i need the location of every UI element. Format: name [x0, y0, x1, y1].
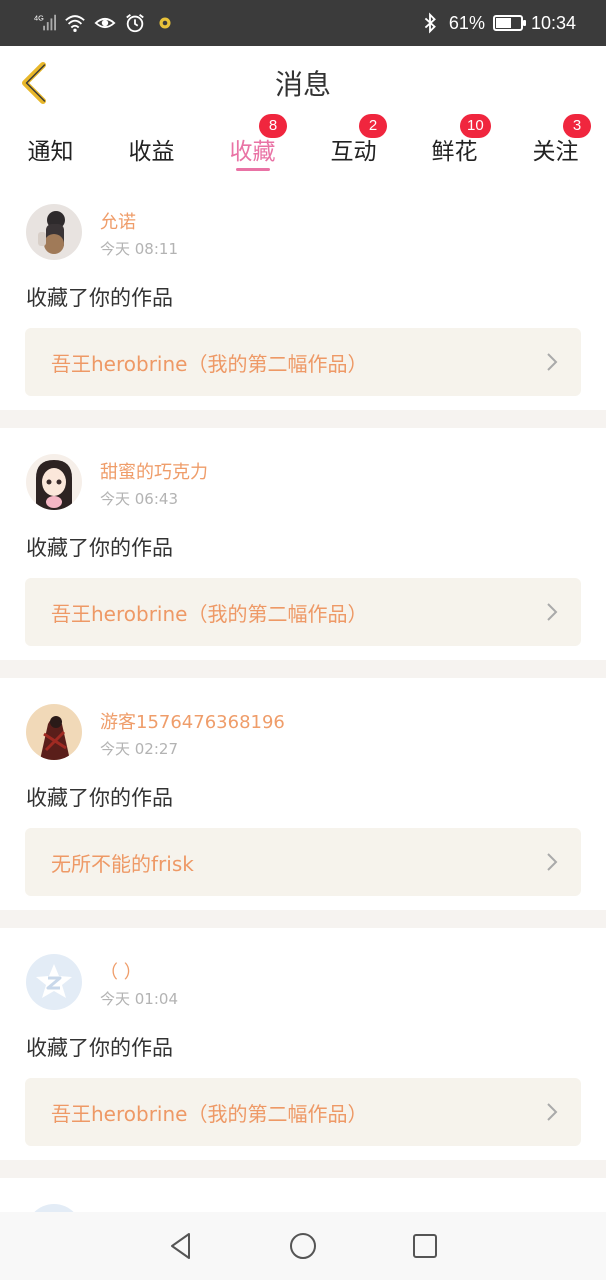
username[interactable]: 甜蜜的巧克力 — [100, 458, 208, 484]
chevron-right-icon — [547, 853, 558, 871]
svg-text:4G: 4G — [34, 13, 44, 22]
signal-4g-icon: 4G — [34, 12, 56, 34]
clock: 10:34 — [530, 12, 576, 33]
battery-icon — [492, 15, 526, 31]
timestamp: 今天 02:27 — [100, 740, 178, 758]
system-nav-bar — [0, 1212, 606, 1280]
unread-badge: 8 — [259, 114, 287, 138]
username[interactable]: 允诺 — [100, 208, 136, 234]
eye-icon — [94, 12, 116, 34]
page-title: 消息 — [274, 68, 331, 101]
user-avatar-icon — [26, 204, 82, 260]
message-card: 游客1576476368196 今天 02:27 收藏了你的作品 无所不能的fr… — [0, 678, 606, 928]
tab-bar: 通知 收益 收藏 8 互动 2 鲜花 10 关注 3 — [0, 114, 606, 176]
back-arrow-icon — [22, 62, 46, 104]
notification-app-icon — [154, 12, 176, 34]
avatar[interactable] — [26, 704, 82, 760]
username[interactable]: （ ） — [100, 958, 142, 984]
work-link[interactable]: 无所不能的frisk — [25, 828, 581, 896]
tab-label: 收益 — [128, 139, 175, 165]
unread-badge: 10 — [460, 114, 491, 138]
chevron-right-icon — [547, 353, 558, 371]
user-avatar-icon — [26, 454, 82, 510]
tab-flowers[interactable]: 鲜花 10 — [404, 114, 505, 176]
active-tab-indicator — [235, 168, 270, 171]
message-text: 收藏了你的作品 — [26, 286, 173, 310]
tab-notifications[interactable]: 通知 — [0, 120, 101, 176]
work-title: 吾王herobrine（我的第二幅作品） — [51, 351, 368, 376]
back-button[interactable] — [14, 58, 54, 108]
user-avatar-icon — [26, 704, 82, 760]
work-title: 吾王herobrine（我的第二幅作品） — [51, 601, 368, 626]
unread-badge: 3 — [563, 114, 591, 138]
nav-back-button[interactable] — [161, 1226, 201, 1266]
tab-earnings[interactable]: 收益 — [101, 120, 202, 176]
bluetooth-icon — [419, 12, 441, 34]
username[interactable]: 游客1576476368196 — [100, 708, 285, 734]
avatar[interactable] — [26, 454, 82, 510]
timestamp: 今天 08:11 — [100, 240, 178, 258]
timestamp: 今天 06:43 — [100, 490, 178, 508]
tab-interactions[interactable]: 互动 2 — [303, 114, 404, 176]
work-title: 无所不能的frisk — [51, 851, 194, 876]
nav-recents-button[interactable] — [405, 1226, 445, 1266]
chevron-right-icon — [547, 1103, 558, 1121]
timestamp: 今天 01:04 — [100, 990, 178, 1008]
tab-label: 通知 — [27, 139, 74, 165]
triangle-back-icon — [171, 1233, 190, 1259]
unread-badge: 2 — [359, 114, 387, 138]
message-card: 甜蜜的巧克力 今天 06:43 收藏了你的作品 吾王herobrine（我的第二… — [0, 428, 606, 678]
header: 消息 — [0, 46, 606, 120]
chevron-right-icon — [547, 603, 558, 621]
qq-default-avatar-icon — [26, 954, 82, 1010]
work-title: 吾王herobrine（我的第二幅作品） — [51, 1101, 368, 1126]
tab-favorites[interactable]: 收藏 8 — [202, 114, 303, 176]
message-text: 收藏了你的作品 — [26, 536, 173, 560]
tab-follows[interactable]: 关注 3 — [505, 114, 606, 176]
work-link[interactable]: 吾王herobrine（我的第二幅作品） — [25, 1078, 581, 1146]
circle-home-icon — [290, 1233, 316, 1259]
message-card: 允诺 今天 08:11 收藏了你的作品 吾王herobrine（我的第二幅作品） — [0, 178, 606, 428]
work-link[interactable]: 吾王herobrine（我的第二幅作品） — [25, 578, 581, 646]
message-list: 允诺 今天 08:11 收藏了你的作品 吾王herobrine（我的第二幅作品）… — [0, 178, 606, 1260]
message-text: 收藏了你的作品 — [26, 1036, 173, 1060]
alarm-icon — [124, 12, 146, 34]
avatar[interactable] — [26, 204, 82, 260]
message-text: 收藏了你的作品 — [26, 786, 173, 810]
wifi-icon — [64, 12, 86, 34]
status-bar: 4G 61% 10:34 — [0, 0, 606, 46]
square-recents-icon — [413, 1234, 437, 1258]
nav-home-button[interactable] — [283, 1226, 323, 1266]
work-link[interactable]: 吾王herobrine（我的第二幅作品） — [25, 328, 581, 396]
battery-percent: 61% — [448, 12, 485, 33]
avatar[interactable] — [26, 954, 82, 1010]
message-card: （ ） 今天 01:04 收藏了你的作品 吾王herobrine（我的第二幅作品… — [0, 928, 606, 1178]
